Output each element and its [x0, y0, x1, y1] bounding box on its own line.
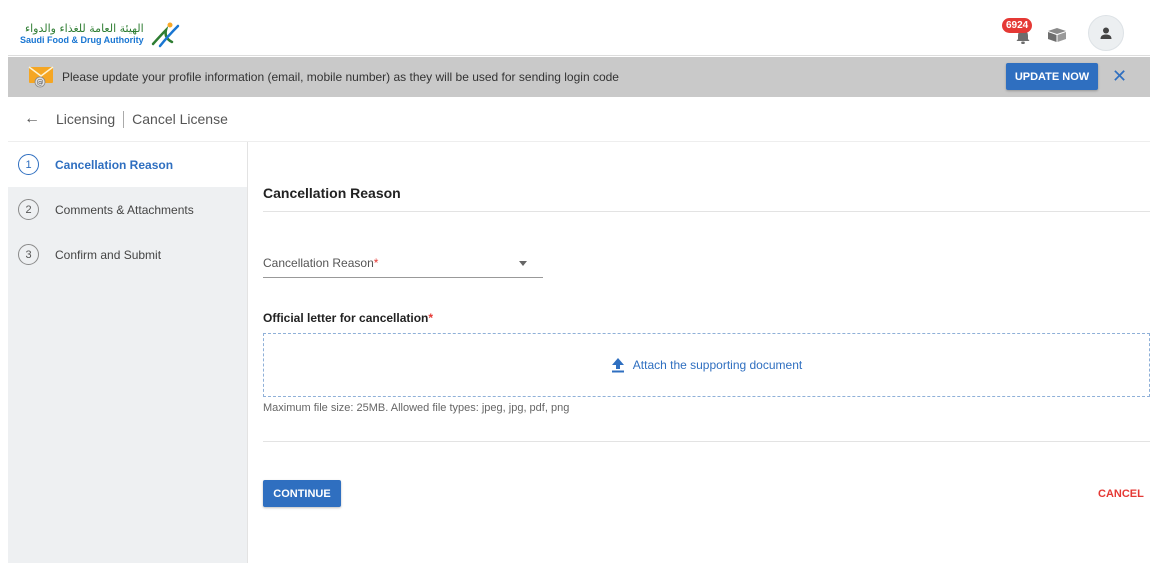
step-cancellation-reason[interactable]: 1 Cancellation Reason — [8, 142, 247, 187]
close-icon[interactable]: ✕ — [1112, 67, 1127, 85]
required-mark: * — [428, 311, 434, 325]
attach-text: Attach the supporting document — [632, 358, 803, 372]
step-label: Cancellation Reason — [55, 157, 174, 172]
chevron-down-icon — [519, 261, 527, 266]
step-number: 3 — [18, 244, 39, 265]
breadcrumb: ← Licensing Cancel License — [8, 97, 1150, 142]
official-letter-label: Official letter for cancellation* — [263, 311, 433, 325]
notification-count-badge: 6924 — [1002, 18, 1033, 33]
update-now-button[interactable]: UPDATE NOW — [1006, 63, 1098, 90]
breadcrumb-licensing[interactable]: Licensing — [56, 111, 115, 127]
attach-document-link[interactable]: Attach the supporting document — [611, 357, 802, 373]
cancel-button[interactable]: CANCEL — [1098, 488, 1144, 500]
select-label-text: Cancellation Reason — [263, 256, 374, 270]
user-icon — [1100, 27, 1112, 39]
step-comments-attachments[interactable]: 2 Comments & Attachments — [8, 187, 247, 232]
file-hint: Maximum file size: 25MB. Allowed file ty… — [263, 402, 570, 414]
step-label: Comments & Attachments — [55, 202, 194, 217]
svg-text:@: @ — [37, 79, 44, 87]
user-avatar[interactable] — [1088, 15, 1124, 51]
back-arrow-icon[interactable]: ← — [24, 110, 40, 128]
logo-arabic-text: الهيئة العامة للغذاء والدواء — [24, 22, 144, 35]
sfda-logo-mark-icon — [151, 22, 179, 48]
select-label: Cancellation Reason* — [263, 256, 378, 270]
logo-english-text: Saudi Food & Drug Authority — [20, 35, 144, 45]
top-header: الهيئة العامة للغذاء والدواء Saudi Food … — [8, 10, 1150, 56]
official-letter-label-text: Official letter for cancellation — [263, 311, 429, 325]
upload-icon — [611, 358, 624, 373]
main-content: Cancellation Reason Cancellation Reason*… — [248, 142, 1150, 563]
divider — [263, 441, 1150, 442]
section-title: Cancellation Reason — [263, 185, 401, 201]
profile-update-banner: @ Please update your profile information… — [8, 57, 1150, 97]
breadcrumb-separator — [123, 110, 125, 128]
file-dropzone[interactable]: Attach the supporting document — [263, 333, 1150, 397]
breadcrumb-cancel-license: Cancel License — [132, 111, 228, 127]
step-label: Confirm and Submit — [55, 247, 162, 262]
logo-text: الهيئة العامة للغذاء والدواء Saudi Food … — [20, 23, 144, 45]
cancellation-reason-select[interactable]: Cancellation Reason* — [263, 252, 543, 278]
stepper-sidebar: 1 Cancellation Reason 2 Comments & Attac… — [8, 142, 248, 563]
step-number: 2 — [18, 199, 39, 220]
step-confirm-submit[interactable]: 3 Confirm and Submit — [8, 232, 247, 277]
page: الهيئة العامة للغذاء والدواء Saudi Food … — [8, 10, 1150, 563]
notifications-button[interactable]: 6924 — [1002, 18, 1038, 48]
continue-button[interactable]: CONTINUE — [263, 480, 341, 507]
box-icon[interactable] — [1046, 26, 1068, 44]
divider — [263, 211, 1150, 212]
mail-icon: @ — [28, 66, 54, 88]
sfda-logo[interactable]: الهيئة العامة للغذاء والدواء Saudi Food … — [20, 18, 182, 50]
required-mark: * — [373, 256, 379, 270]
step-number: 1 — [18, 154, 39, 175]
header-actions: 6924 — [1002, 10, 1124, 56]
banner-message: Please update your profile information (… — [62, 70, 619, 84]
